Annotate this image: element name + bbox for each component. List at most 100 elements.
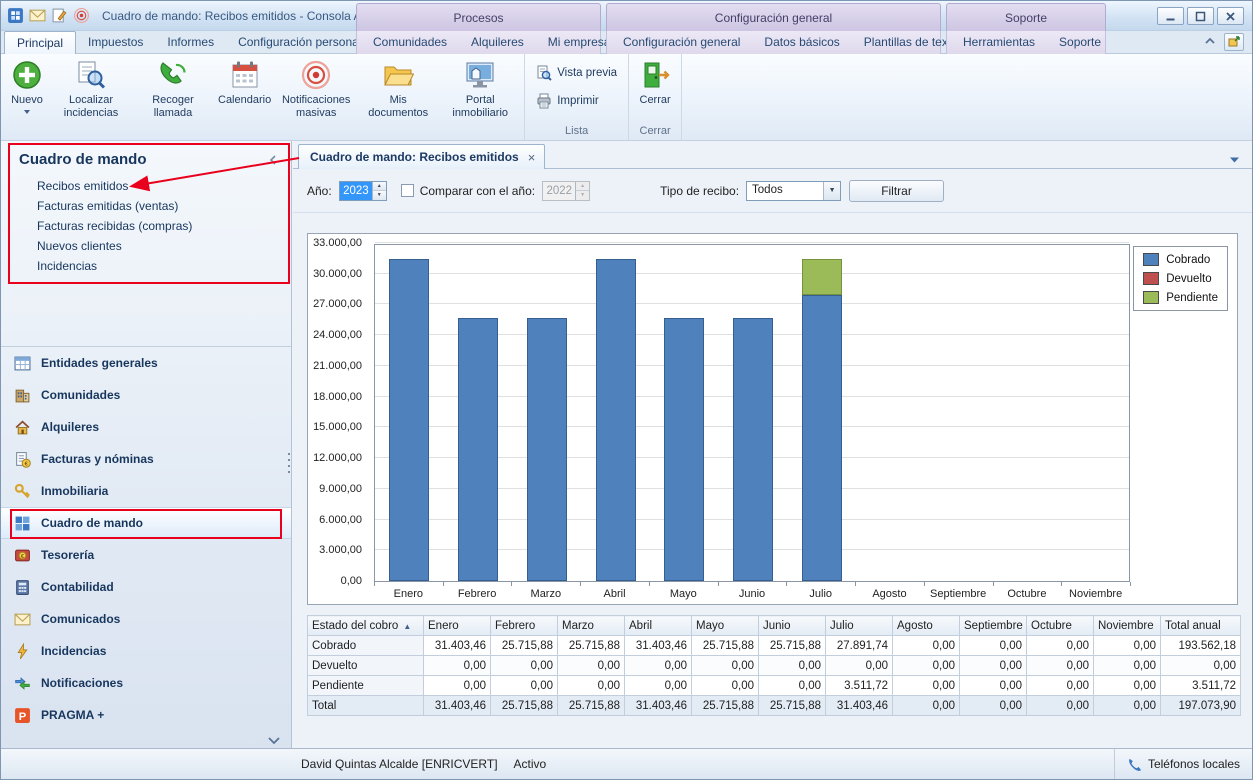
column-header-agosto[interactable]: Agosto [893, 616, 960, 636]
ribbon-tab-alquileres[interactable]: Alquileres [459, 31, 536, 54]
sidebar-scroll-down-icon[interactable] [267, 734, 281, 743]
spinner-down-icon[interactable]: ▼ [373, 191, 386, 200]
local-phones-label: Teléfonos locales [1148, 757, 1240, 771]
column-header-estado-del-cobro[interactable]: Estado del cobro▲ [308, 616, 424, 636]
dashboard-item-recibos-emitidos[interactable]: Recibos emitidos [37, 176, 291, 196]
close-tab-icon[interactable]: × [528, 151, 536, 164]
nav-item-cuadro-de-mando[interactable]: Cuadro de mando [1, 507, 291, 539]
nav-item-incidencias[interactable]: Incidencias [1, 635, 291, 667]
x-tick-mark [443, 582, 444, 586]
nav-item-facturas-y-nominas[interactable]: €Facturas y nóminas [1, 443, 291, 475]
ribbon-tab-impuestos[interactable]: Impuestos [76, 31, 155, 54]
legend-label: Pendiente [1166, 292, 1218, 304]
dashboard-panel: Cuadro de mando Recibos emitidosFacturas… [1, 141, 291, 346]
dashboard-item-nuevos-clientes[interactable]: Nuevos clientes [37, 236, 291, 256]
nav-item-contabilidad[interactable]: Contabilidad [1, 571, 291, 603]
preview-icon [536, 65, 552, 81]
column-header-noviembre[interactable]: Noviembre [1094, 616, 1161, 636]
detach-panel-icon[interactable] [1224, 33, 1244, 51]
table-cell: 3.511,72 [1161, 676, 1241, 696]
ribbon-tab-herramientas[interactable]: Herramientas [951, 31, 1047, 54]
nav-item-label: Tesorería [41, 548, 94, 562]
pragma-icon: P [14, 707, 31, 724]
column-header-abril[interactable]: Abril [625, 616, 692, 636]
spinner-up-icon[interactable]: ▲ [373, 182, 386, 192]
year-value: 2023 [340, 182, 372, 200]
column-header-label: Septiembre [964, 620, 1023, 632]
table-cell: 0,00 [1094, 696, 1161, 716]
window-controls [1157, 7, 1244, 25]
table-cell: 31.403,46 [424, 636, 491, 656]
ribbon-button-localizar-incidencias[interactable]: Localizar incidencias [50, 55, 132, 119]
nav-item-tesoreria[interactable]: €Tesorería [1, 539, 291, 571]
ribbon-button-vista-previa[interactable]: Vista previa [530, 63, 623, 83]
dashboard-item-incidencias[interactable]: Incidencias [37, 256, 291, 276]
table-row-cobrado: Cobrado31.403,4625.715,8825.715,8831.403… [308, 636, 1241, 656]
dashboard-item-facturas-recibidas-compras[interactable]: Facturas recibidas (compras) [37, 216, 291, 236]
row-header: Cobrado [308, 636, 424, 656]
column-header-junio[interactable]: Junio [759, 616, 826, 636]
ribbon-button-notificaciones-masivas[interactable]: Notificaciones masivas [275, 55, 357, 119]
ribbon-button-cerrar[interactable]: Cerrar [632, 55, 678, 107]
tab-list-dropdown-icon[interactable] [1229, 153, 1240, 161]
ribbon-button-nuevo[interactable]: Nuevo [4, 55, 50, 114]
panel-collapse-icon[interactable] [267, 154, 279, 166]
combo-dropdown-icon[interactable]: ▼ [823, 182, 840, 200]
local-phones-button[interactable]: Teléfonos locales [1114, 749, 1252, 779]
minimize-button[interactable] [1157, 7, 1184, 25]
ribbon-tab-datos-basicos[interactable]: Datos básicos [752, 31, 851, 54]
sidebar-splitter[interactable] [288, 453, 290, 477]
ribbon-tab-informes[interactable]: Informes [155, 31, 226, 54]
collapse-ribbon-icon[interactable] [1204, 35, 1216, 49]
column-header-septiembre[interactable]: Septiembre [960, 616, 1027, 636]
year-spinner[interactable]: 2023 ▲ ▼ [339, 181, 387, 201]
receipt-type-combo[interactable]: Todos ▼ [746, 181, 841, 201]
column-header-enero[interactable]: Enero [424, 616, 491, 636]
document-tab[interactable]: Cuadro de mando: Recibos emitidos × [298, 144, 545, 169]
ribbon-tab-configuracion-general[interactable]: Configuración general [611, 31, 752, 54]
table-cell: 0,00 [893, 636, 960, 656]
bar-segment-cobrado [596, 259, 636, 581]
ribbon-tab-comunidades[interactable]: Comunidades [361, 31, 459, 54]
table-cell: 0,00 [692, 656, 759, 676]
nav-item-inmobiliaria[interactable]: Inmobiliaria [1, 475, 291, 507]
nav-item-entidades-generales[interactable]: Entidades generales [1, 347, 291, 379]
ribbon-button-recoger-llamada[interactable]: Recoger llamada [132, 55, 214, 119]
x-tick-mark [924, 582, 925, 586]
compare-checkbox[interactable] [401, 184, 414, 197]
table-cell: 193.562,18 [1161, 636, 1241, 656]
x-tick-label: Septiembre [924, 588, 993, 600]
column-header-total-anual[interactable]: Total anual [1161, 616, 1241, 636]
ribbon-button-calendario[interactable]: Calendario [214, 55, 275, 107]
table-cell: 27.891,74 [826, 636, 893, 656]
nav-item-comunicados[interactable]: Comunicados [1, 603, 291, 635]
nav-item-label: Comunidades [41, 388, 120, 402]
maximize-button[interactable] [1187, 7, 1214, 25]
column-header-mayo[interactable]: Mayo [692, 616, 759, 636]
nav-item-notificaciones[interactable]: Notificaciones [1, 667, 291, 699]
app-icon[interactable] [7, 7, 24, 24]
nav-item-comunidades[interactable]: Comunidades [1, 379, 291, 411]
ribbon-button-portal-inmobiliario[interactable]: Portal inmobiliario [439, 55, 521, 119]
filter-button[interactable]: Filtrar [849, 180, 944, 202]
column-header-febrero[interactable]: Febrero [491, 616, 558, 636]
column-header-octubre[interactable]: Octubre [1027, 616, 1094, 636]
x-tick-mark [374, 582, 375, 586]
column-header-julio[interactable]: Julio [826, 616, 893, 636]
broadcast-icon[interactable] [73, 7, 90, 24]
dashboard-item-facturas-emitidas-ventas[interactable]: Facturas emitidas (ventas) [37, 196, 291, 216]
column-header-marzo[interactable]: Marzo [558, 616, 625, 636]
ribbon-button-imprimir[interactable]: Imprimir [530, 91, 623, 111]
close-button[interactable] [1217, 7, 1244, 25]
compose-icon[interactable] [51, 7, 68, 24]
ribbon-tab-principal[interactable]: Principal [4, 31, 76, 54]
nav-item-label: PRAGMA + [41, 708, 104, 722]
year-label: Año: [307, 184, 332, 198]
mail-icon[interactable] [29, 7, 46, 24]
bar-segment-cobrado [458, 318, 498, 581]
nav-item-pragma[interactable]: P PRAGMA + [1, 699, 291, 731]
ribbon-tab-configuracion-personal[interactable]: Configuración personal [226, 31, 373, 54]
ribbon-tab-soporte[interactable]: Soporte [1047, 31, 1113, 54]
nav-item-alquileres[interactable]: Alquileres [1, 411, 291, 443]
ribbon-button-mis-documentos[interactable]: Mis documentos [357, 55, 439, 119]
